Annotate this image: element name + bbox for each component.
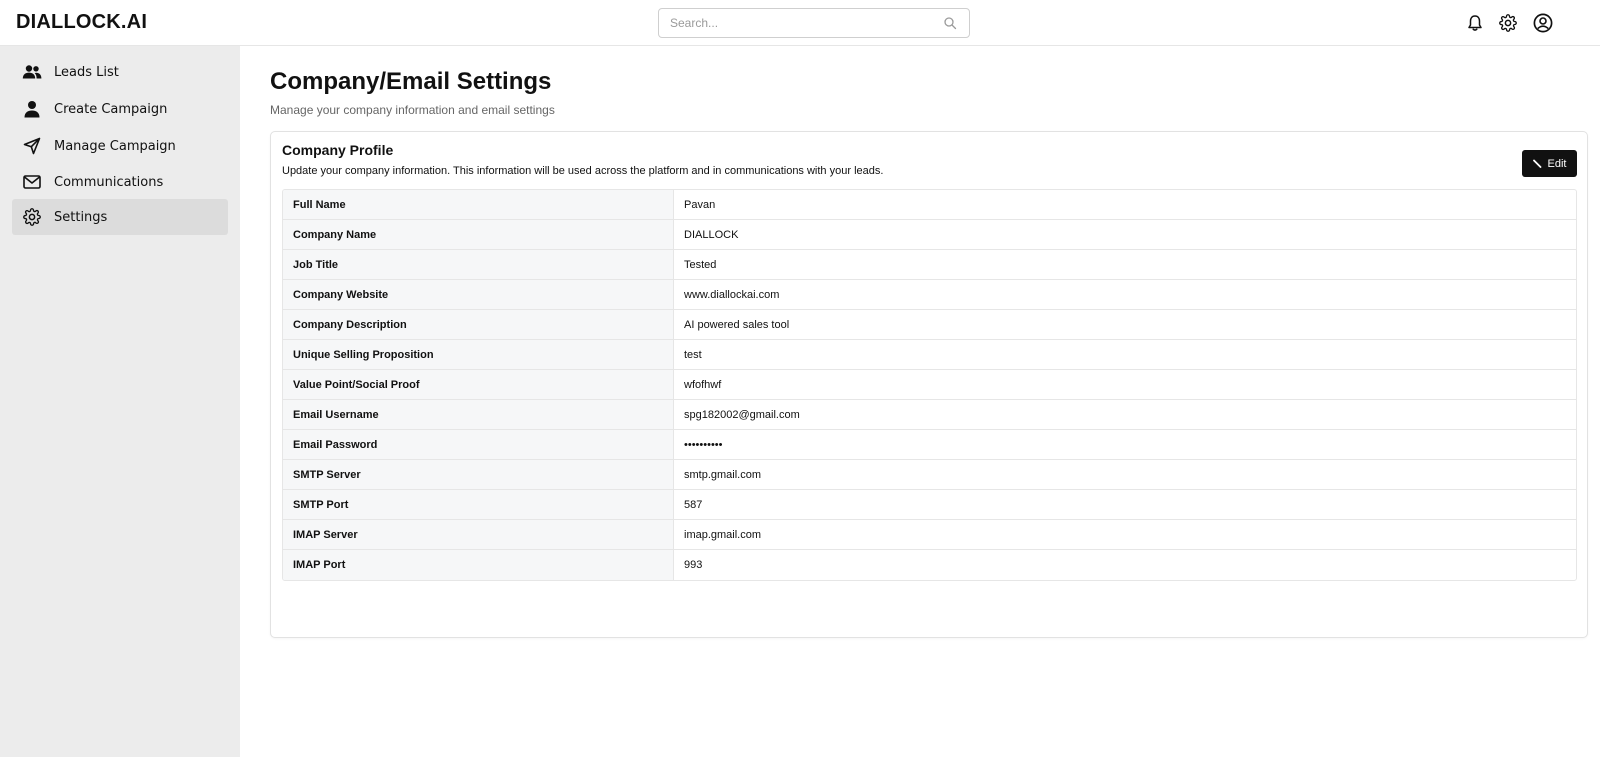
row-value: Tested	[684, 258, 717, 271]
row-value: Pavan	[684, 198, 716, 211]
sidebar-item-create-campaign[interactable]: Create Campaign	[12, 91, 228, 127]
row-label: Job Title	[283, 250, 674, 279]
top-bar: DIALLOCK.AI	[0, 0, 1600, 46]
row-value: smtp.gmail.com	[684, 468, 762, 481]
table-row: Company Website www.diallockai.com	[283, 280, 1576, 310]
row-value: test	[684, 348, 702, 361]
user-icon	[22, 99, 42, 119]
row-value: www.diallockai.com	[684, 288, 780, 301]
app-logo[interactable]: DIALLOCK.AI	[16, 11, 147, 34]
row-label: Company Name	[283, 220, 674, 249]
edit-button-label: Edit	[1547, 157, 1567, 170]
row-label: Email Password	[283, 430, 674, 459]
row-value: 993	[684, 559, 703, 571]
table-row: Email Password ••••••••••	[283, 430, 1576, 460]
row-label: IMAP Server	[283, 520, 674, 549]
sidebar: Leads List Create Campaign Manage Campai…	[0, 46, 240, 757]
sidebar-item-label: Manage Campaign	[54, 138, 176, 154]
page-title: Company/Email Settings	[270, 68, 552, 95]
row-label: IMAP Port	[283, 550, 674, 580]
gear-icon[interactable]	[1497, 12, 1519, 34]
company-profile-card: Company Profile Update your company info…	[270, 131, 1588, 638]
row-value: imap.gmail.com	[684, 528, 762, 541]
sidebar-item-label: Communications	[54, 174, 164, 190]
row-label: Email Username	[283, 400, 674, 429]
row-value: ••••••••••	[684, 438, 723, 451]
card-description: Update your company information. This in…	[282, 165, 884, 177]
mail-icon	[22, 172, 42, 192]
profile-table: Full Name Pavan Company Name DIALLOCK Job …	[282, 189, 1577, 581]
table-row: SMTP Server smtp.gmail.com	[283, 460, 1576, 490]
row-label: Full Name	[283, 190, 674, 219]
users-icon	[22, 62, 42, 82]
search-box[interactable]	[658, 8, 970, 38]
main-content: Company/Email Settings Manage your compa…	[240, 46, 1600, 757]
row-value: DIALLOCK	[684, 228, 739, 241]
gear-icon	[22, 207, 42, 227]
row-label: Company Description	[283, 310, 674, 339]
row-value: 587	[684, 498, 703, 511]
send-icon	[22, 136, 42, 156]
table-row: Full Name Pavan	[283, 190, 1576, 220]
sidebar-item-manage-campaign[interactable]: Manage Campaign	[12, 128, 228, 164]
row-value: AI powered sales tool	[684, 318, 790, 331]
row-label: Company Website	[283, 280, 674, 309]
table-row: IMAP Port 993	[283, 550, 1576, 580]
card-title: Company Profile	[282, 142, 394, 158]
table-row: IMAP Server imap.gmail.com	[283, 520, 1576, 550]
sidebar-item-settings[interactable]: Settings	[12, 199, 228, 235]
table-row: Company Name DIALLOCK	[283, 220, 1576, 250]
sidebar-item-label: Leads List	[54, 64, 119, 80]
bell-icon[interactable]	[1464, 12, 1486, 34]
edit-button[interactable]: Edit	[1522, 150, 1577, 177]
table-row: Unique Selling Proposition test	[283, 340, 1576, 370]
row-value: wfofhwf	[684, 378, 722, 391]
table-row: Company Description AI powered sales tool	[283, 310, 1576, 340]
sidebar-item-label: Settings	[54, 209, 108, 225]
page-subtitle: Manage your company information and emai…	[270, 103, 555, 117]
row-label: Unique Selling Proposition	[283, 340, 674, 369]
row-value: spg182002@gmail.com	[684, 408, 800, 421]
search-input[interactable]	[659, 9, 939, 37]
sidebar-item-leads-list[interactable]: Leads List	[12, 54, 228, 90]
user-circle-icon[interactable]	[1532, 12, 1554, 34]
row-label: Value Point/Social Proof	[283, 370, 674, 399]
table-row: Job Title Tested	[283, 250, 1576, 280]
table-row: Value Point/Social Proof wfofhwf	[283, 370, 1576, 400]
search-icon[interactable]	[943, 16, 957, 30]
sidebar-item-label: Create Campaign	[54, 101, 168, 117]
pen-icon	[1532, 159, 1542, 168]
table-row: Email Username spg182002@gmail.com	[283, 400, 1576, 430]
row-label: SMTP Server	[283, 460, 674, 489]
row-label: SMTP Port	[283, 490, 674, 519]
table-row: SMTP Port 587	[283, 490, 1576, 520]
sidebar-item-communications[interactable]: Communications	[12, 164, 228, 200]
